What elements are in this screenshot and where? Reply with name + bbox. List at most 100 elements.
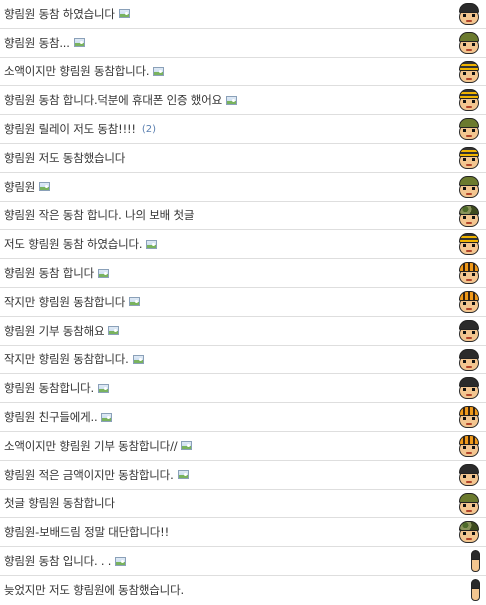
author-level-avatar-icon[interactable] xyxy=(458,290,480,314)
post-title-link[interactable]: 향림원 xyxy=(0,179,35,195)
avatar-hair xyxy=(459,290,479,301)
post-title-link[interactable]: 작지만 향림원 동참합니다 xyxy=(0,294,125,310)
post-row[interactable]: 향림원 저도 동참했습니다 xyxy=(0,144,486,173)
avatar-eyes xyxy=(463,157,475,161)
avatar-eyes xyxy=(463,215,475,219)
post-row[interactable]: 작지만 향림원 동참합니다 xyxy=(0,288,486,317)
avatar-mouth xyxy=(466,451,472,454)
post-title-link[interactable]: 향림원 동참 합니다.덕분에 휴대폰 인증 했어요 xyxy=(0,92,222,108)
author-level-avatar-icon[interactable] xyxy=(458,31,480,55)
post-row[interactable]: 향림원 xyxy=(0,173,486,202)
avatar-hair xyxy=(459,233,479,244)
avatar-eyes xyxy=(463,244,475,248)
image-attachment-icon xyxy=(108,326,120,336)
post-title-link[interactable]: 향림원 작은 동참 합니다. 나의 보배 첫글 xyxy=(0,207,194,223)
post-row[interactable]: 향림원 동참 합니다.덕분에 휴대폰 인증 했어요 xyxy=(0,86,486,116)
post-row[interactable]: 늦었지만 저도 향림원에 동참했습니다. xyxy=(0,576,486,605)
post-title-link[interactable]: 향림원-보배드림 정말 대단합니다!! xyxy=(0,524,169,540)
avatar-eyes xyxy=(463,359,475,363)
avatar-mouth xyxy=(466,509,472,512)
avatar-eyes xyxy=(463,388,475,392)
post-row[interactable]: 향림원 적은 금액이지만 동참합니다. xyxy=(0,461,486,490)
image-attachment-icon xyxy=(146,239,158,249)
author-level-avatar-icon[interactable] xyxy=(458,319,480,343)
author-level-avatar-icon[interactable] xyxy=(458,492,480,516)
avatar-eyes xyxy=(463,301,475,305)
post-row[interactable]: 향림원 동참합니다. xyxy=(0,374,486,404)
author-level-avatar-icon[interactable] xyxy=(458,175,480,199)
post-title-link[interactable]: 소액이지만 향림원 동참합니다. xyxy=(0,63,150,79)
image-attachment-icon xyxy=(181,441,193,451)
post-row[interactable]: 향림원 친구들에게.. xyxy=(0,403,486,432)
author-level-avatar-icon[interactable] xyxy=(458,520,480,544)
avatar-eyes xyxy=(463,503,475,507)
post-title-link[interactable]: 소액이지만 향림원 기부 동참합니다// xyxy=(0,438,178,454)
author-level-avatar-icon[interactable] xyxy=(458,578,480,602)
avatar-hair xyxy=(471,578,480,589)
image-attachment-icon xyxy=(132,354,144,364)
post-title-link[interactable]: 향림원 동참 합니다 xyxy=(0,265,94,281)
post-row[interactable]: 첫글 향림원 동참합니다 xyxy=(0,490,486,519)
image-attachment-icon xyxy=(129,297,141,307)
post-title-link[interactable]: 향림원 동참합니다. xyxy=(0,380,94,396)
author-level-avatar-icon[interactable] xyxy=(458,60,480,84)
comment-count[interactable]: (2) xyxy=(142,124,156,135)
author-level-avatar-icon[interactable] xyxy=(458,549,480,573)
author-level-avatar-icon[interactable] xyxy=(458,2,480,26)
post-row[interactable]: 향림원 동참 하였습니다 xyxy=(0,0,486,29)
avatar-mouth xyxy=(466,423,472,426)
avatar-eyes xyxy=(463,71,475,75)
post-row[interactable]: 저도 향림원 동참 하였습니다. xyxy=(0,230,486,260)
post-title-link[interactable]: 향림원 저도 동참했습니다 xyxy=(0,150,125,166)
post-title-link[interactable]: 향림원 동참... xyxy=(0,35,70,51)
post-row[interactable]: 향림원 동참... xyxy=(0,29,486,58)
post-title-link[interactable]: 향림원 기부 동참해요 xyxy=(0,323,105,339)
post-row[interactable]: 향림원 동참 합니다 xyxy=(0,259,486,288)
avatar-hair xyxy=(459,3,479,13)
post-row[interactable]: 향림원 작은 동참 합니다. 나의 보배 첫글 xyxy=(0,202,486,231)
author-level-avatar-icon[interactable] xyxy=(458,88,480,112)
image-attachment-icon xyxy=(118,9,130,19)
post-title-link[interactable]: 향림원 릴레이 저도 동참!!!! xyxy=(0,121,136,137)
author-level-avatar-icon[interactable] xyxy=(458,232,480,256)
avatar-eyes xyxy=(463,445,475,449)
author-level-avatar-icon[interactable] xyxy=(458,376,480,400)
author-level-avatar-icon[interactable] xyxy=(458,146,480,170)
post-title-link[interactable]: 저도 향림원 동참 하였습니다. xyxy=(0,236,143,252)
post-title-link[interactable]: 향림원 적은 금액이지만 동참합니다. xyxy=(0,467,174,483)
avatar-eyes xyxy=(463,532,475,536)
image-attachment-icon xyxy=(177,470,189,480)
post-row[interactable]: 향림원 동참 입니다. . . xyxy=(0,547,486,576)
post-row[interactable]: 작지만 향림원 동참합니다. xyxy=(0,346,486,375)
post-row[interactable]: 소액이지만 향림원 기부 동참합니다// xyxy=(0,432,486,461)
post-title-link[interactable]: 늦었지만 저도 향림원에 동참했습니다. xyxy=(0,582,184,598)
image-attachment-icon xyxy=(115,556,127,566)
author-level-avatar-icon[interactable] xyxy=(458,348,480,372)
avatar-hair xyxy=(459,406,479,417)
image-attachment-icon xyxy=(97,268,109,278)
author-level-avatar-icon[interactable] xyxy=(458,261,480,285)
avatar-hair xyxy=(459,118,479,129)
author-level-avatar-icon[interactable] xyxy=(458,463,480,487)
author-level-avatar-icon[interactable] xyxy=(458,204,480,228)
image-attachment-icon xyxy=(225,95,237,105)
avatar-mouth xyxy=(466,365,472,368)
post-row[interactable]: 향림원 기부 동참해요 xyxy=(0,317,486,346)
author-level-avatar-icon[interactable] xyxy=(458,405,480,429)
post-row[interactable]: 향림원 릴레이 저도 동참!!!! (2) xyxy=(0,115,486,144)
author-level-avatar-icon[interactable] xyxy=(458,117,480,141)
post-row[interactable]: 향림원-보배드림 정말 대단합니다!! xyxy=(0,518,486,548)
avatar-eyes xyxy=(463,100,475,104)
post-title-link[interactable]: 향림원 친구들에게.. xyxy=(0,409,98,425)
avatar-hair xyxy=(459,89,479,100)
author-level-avatar-icon[interactable] xyxy=(458,434,480,458)
post-title-link[interactable]: 작지만 향림원 동참합니다. xyxy=(0,351,129,367)
avatar-hair xyxy=(459,521,479,532)
avatar-hair xyxy=(459,319,479,330)
avatar-hair xyxy=(459,434,479,445)
post-title-link[interactable]: 첫글 향림원 동참합니다 xyxy=(0,495,115,511)
post-title-link[interactable]: 향림원 동참 하였습니다 xyxy=(0,6,115,22)
post-title-link[interactable]: 향림원 동참 입니다. . . xyxy=(0,553,111,569)
avatar-mouth xyxy=(466,135,472,138)
post-row[interactable]: 소액이지만 향림원 동참합니다. xyxy=(0,58,486,87)
